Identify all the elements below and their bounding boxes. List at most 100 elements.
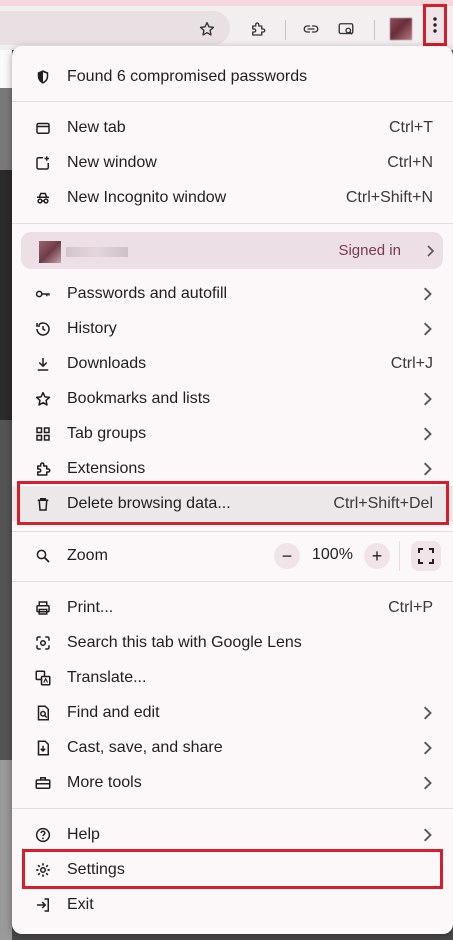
chevron-right-icon (424, 462, 432, 475)
zoom-icon (34, 547, 52, 565)
downloads-label: Downloads (67, 354, 147, 372)
exit-item[interactable]: Exit (12, 887, 453, 922)
profile-avatar (39, 241, 61, 263)
new-incognito-shortcut: Ctrl+Shift+N (345, 188, 433, 206)
new-tab-shortcut: Ctrl+T (389, 118, 433, 136)
downloads-shortcut: Ctrl+J (390, 354, 433, 372)
translate-item[interactable]: Translate... (12, 660, 453, 695)
browser-toolbar (0, 6, 453, 50)
chevron-right-icon (424, 392, 432, 405)
chevron-right-icon (427, 245, 435, 257)
chevron-right-icon (424, 287, 432, 300)
history-icon (34, 320, 52, 338)
more-menu-icon (433, 17, 437, 33)
toolbox-icon (34, 774, 52, 792)
find-icon (34, 704, 52, 722)
help-item[interactable]: Help (12, 817, 453, 852)
help-icon (34, 826, 52, 844)
divider (12, 531, 453, 532)
shield-icon (34, 68, 52, 86)
new-tab-icon (34, 119, 52, 137)
star-icon (34, 390, 52, 408)
compromised-passwords-alert[interactable]: Found 6 compromised passwords (12, 59, 453, 94)
new-window-shortcut: Ctrl+N (387, 153, 433, 171)
signed-in-status: Signed in (338, 242, 401, 259)
profile-name-redacted (66, 247, 128, 257)
cast-save-share-item[interactable]: Cast, save, and share (12, 730, 453, 765)
lens-icon (34, 634, 52, 652)
extensions-label: Extensions (67, 459, 146, 477)
chevron-right-icon (424, 706, 432, 719)
print-shortcut: Ctrl+P (388, 598, 433, 616)
chevron-right-icon (424, 741, 432, 754)
downloads-item[interactable]: Downloads Ctrl+J (12, 346, 453, 381)
alert-label: Found 6 compromised passwords (67, 67, 308, 85)
zoom-out-button[interactable]: − (274, 543, 300, 569)
extensions-icon[interactable] (249, 20, 267, 38)
new-window-item[interactable]: New window Ctrl+N (12, 145, 453, 180)
chrome-menu: Found 6 compromised passwords New tab Ct… (12, 46, 453, 934)
bookmarks-item[interactable]: Bookmarks and lists (12, 381, 453, 416)
tab-groups-item[interactable]: Tab groups (12, 416, 453, 451)
new-tab-item[interactable]: New tab Ctrl+T (12, 110, 453, 145)
new-incognito-item[interactable]: New Incognito window Ctrl+Shift+N (12, 180, 453, 215)
avatar[interactable] (390, 18, 412, 40)
zoom-divider (399, 541, 400, 571)
translate-icon (34, 669, 52, 687)
exit-icon (34, 896, 52, 914)
zoom-value: 100% (312, 546, 353, 563)
divider (12, 581, 453, 582)
lens-label: Search this tab with Google Lens (67, 633, 302, 651)
divider (12, 808, 453, 809)
zoom-label: Zoom (67, 546, 108, 564)
download-icon (34, 355, 52, 373)
star-icon[interactable] (198, 20, 216, 38)
tab-groups-label: Tab groups (67, 424, 147, 442)
zoom-item: Zoom − 100% + (12, 538, 453, 573)
search-panel-icon[interactable] (337, 20, 355, 38)
exit-label: Exit (67, 895, 94, 913)
zoom-in-button[interactable]: + (364, 543, 390, 569)
toolbar-divider (285, 20, 286, 40)
passwords-item[interactable]: Passwords and autofill (12, 276, 453, 311)
cast-save-label: Cast, save, and share (67, 738, 223, 756)
tab-groups-icon (34, 425, 52, 443)
history-label: History (67, 319, 117, 337)
bookmarks-label: Bookmarks and lists (67, 389, 211, 407)
find-edit-item[interactable]: Find and edit (12, 695, 453, 730)
chevron-right-icon (424, 322, 432, 335)
divider (12, 101, 453, 102)
help-label: Help (67, 825, 100, 843)
highlight-box (17, 481, 449, 525)
link-icon[interactable] (302, 20, 320, 38)
print-label: Print... (67, 598, 114, 616)
more-menu-button[interactable] (423, 4, 447, 46)
extensions-icon (34, 460, 52, 478)
fullscreen-icon (418, 548, 434, 564)
chevron-right-icon (424, 776, 432, 789)
page-background (0, 170, 12, 420)
chevron-right-icon (424, 427, 432, 440)
fullscreen-button[interactable] (411, 541, 441, 571)
history-item[interactable]: History (12, 311, 453, 346)
chevron-right-icon (424, 828, 432, 841)
google-lens-item[interactable]: Search this tab with Google Lens (12, 625, 453, 660)
key-icon (34, 285, 52, 303)
print-item[interactable]: Print... Ctrl+P (12, 590, 453, 625)
more-tools-item[interactable]: More tools (12, 765, 453, 800)
incognito-icon (34, 189, 52, 207)
print-icon (34, 599, 52, 617)
new-window-label: New window (67, 153, 157, 171)
highlight-box (22, 849, 443, 889)
address-bar[interactable] (0, 11, 230, 45)
page-background (0, 760, 12, 940)
more-tools-label: More tools (67, 773, 142, 791)
new-tab-label: New tab (67, 118, 126, 136)
passwords-label: Passwords and autofill (67, 284, 228, 302)
cast-save-icon (34, 739, 52, 757)
divider (12, 223, 453, 224)
translate-label: Translate... (67, 668, 147, 686)
profile-item[interactable]: Signed in (21, 232, 443, 269)
new-incognito-label: New Incognito window (67, 188, 227, 206)
new-window-icon (34, 154, 52, 172)
